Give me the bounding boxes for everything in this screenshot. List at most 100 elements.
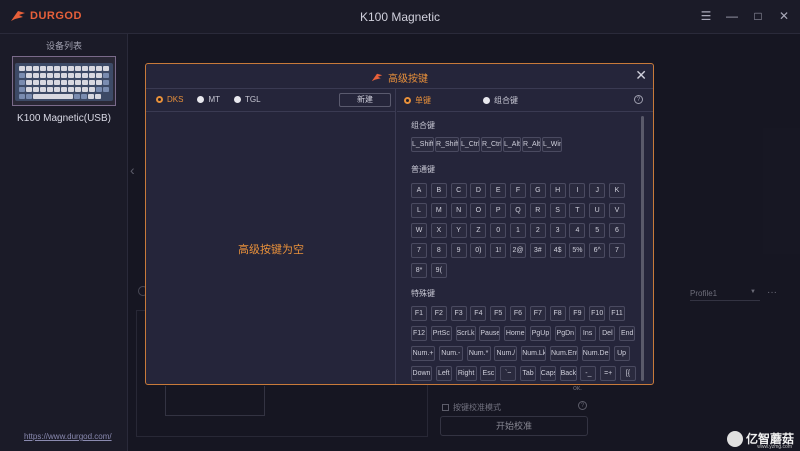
minimize-icon[interactable]: — bbox=[726, 9, 738, 23]
key-button[interactable]: =+ bbox=[600, 366, 617, 381]
key-button[interactable]: F11 bbox=[609, 306, 625, 321]
key-button[interactable]: 2@ bbox=[510, 243, 526, 258]
key-button[interactable]: Z bbox=[470, 223, 487, 238]
key-button[interactable]: F9 bbox=[569, 306, 586, 321]
key-button[interactable]: 6^ bbox=[589, 243, 606, 258]
key-button[interactable]: N bbox=[450, 203, 467, 218]
key-button[interactable]: E bbox=[490, 183, 507, 198]
key-button[interactable]: Tab bbox=[520, 366, 536, 381]
key-button[interactable]: R_Shift bbox=[435, 137, 459, 152]
key-button[interactable]: F6 bbox=[510, 306, 526, 321]
menu-icon[interactable]: ☰ bbox=[700, 9, 712, 23]
key-button[interactable]: Q bbox=[510, 203, 526, 218]
key-button[interactable]: 7 bbox=[609, 243, 625, 258]
key-button[interactable]: Num./ bbox=[494, 346, 518, 361]
key-button[interactable]: Caps bbox=[539, 366, 556, 381]
key-picker-scrollbar[interactable] bbox=[641, 116, 644, 381]
key-button[interactable]: R_Ctrl bbox=[481, 137, 502, 152]
mode-radio-tgl[interactable]: TGL bbox=[234, 95, 261, 104]
mode-radio-mt[interactable]: MT bbox=[197, 95, 220, 104]
key-button[interactable]: Home bbox=[504, 326, 527, 341]
key-button[interactable]: 7 bbox=[411, 243, 427, 258]
key-button[interactable]: Y bbox=[450, 223, 467, 238]
key-button[interactable]: 6 bbox=[609, 223, 625, 238]
key-button[interactable]: Ins bbox=[579, 326, 596, 341]
key-button[interactable]: V bbox=[609, 203, 625, 218]
key-button[interactable]: B bbox=[430, 183, 447, 198]
key-button[interactable]: Left bbox=[435, 366, 452, 381]
key-button[interactable]: F4 bbox=[470, 306, 487, 321]
key-button[interactable]: M bbox=[430, 203, 447, 218]
key-button[interactable]: R_Alt bbox=[522, 137, 541, 152]
key-button[interactable]: P bbox=[490, 203, 507, 218]
key-button[interactable]: F7 bbox=[529, 306, 546, 321]
key-button[interactable]: J bbox=[589, 183, 606, 198]
key-button[interactable]: F3 bbox=[450, 306, 467, 321]
key-button[interactable]: Num.Del bbox=[581, 346, 610, 361]
key-button[interactable]: L_Win bbox=[542, 137, 562, 152]
key-button[interactable]: PrtSc bbox=[430, 326, 452, 341]
device-card[interactable] bbox=[12, 56, 116, 106]
key-button[interactable]: Num.+ bbox=[411, 346, 435, 361]
key-button[interactable]: PgDn bbox=[554, 326, 576, 341]
key-button[interactable]: 1 bbox=[510, 223, 526, 238]
key-button[interactable]: Up bbox=[613, 346, 630, 361]
key-button[interactable]: 4$ bbox=[549, 243, 566, 258]
key-button[interactable]: D bbox=[470, 183, 487, 198]
key-button[interactable]: Num.Ent bbox=[550, 346, 578, 361]
key-button[interactable]: F1 bbox=[411, 306, 427, 321]
key-button[interactable]: 5% bbox=[569, 243, 586, 258]
key-button[interactable]: 3 bbox=[549, 223, 566, 238]
key-button[interactable]: S bbox=[549, 203, 566, 218]
new-button[interactable]: 新建 bbox=[339, 93, 391, 107]
key-button[interactable]: L_Alt bbox=[503, 137, 521, 152]
key-button[interactable]: Pause bbox=[479, 326, 501, 341]
key-button[interactable]: 9 bbox=[450, 243, 467, 258]
key-button[interactable]: L_Shift bbox=[411, 137, 434, 152]
key-button[interactable]: 4 bbox=[569, 223, 586, 238]
key-button[interactable]: W bbox=[411, 223, 427, 238]
key-button[interactable]: F2 bbox=[430, 306, 447, 321]
key-button[interactable]: ScrLk bbox=[455, 326, 476, 341]
key-button[interactable]: 0) bbox=[470, 243, 487, 258]
key-button[interactable]: L_Ctrl bbox=[460, 137, 480, 152]
key-type-radio-single[interactable]: 单键 bbox=[404, 95, 431, 106]
key-button[interactable]: G bbox=[529, 183, 546, 198]
key-button[interactable]: I bbox=[569, 183, 586, 198]
key-button[interactable]: Right bbox=[455, 366, 477, 381]
key-button[interactable]: Num.* bbox=[466, 346, 491, 361]
close-window-icon[interactable]: ✕ bbox=[778, 9, 790, 23]
key-type-radio-combo[interactable]: 组合键 bbox=[483, 95, 518, 106]
key-button[interactable]: -_ bbox=[580, 366, 597, 381]
key-button[interactable]: 2 bbox=[529, 223, 546, 238]
key-button[interactable]: H bbox=[549, 183, 566, 198]
key-button[interactable]: 9( bbox=[430, 263, 447, 278]
key-button[interactable]: F12 bbox=[411, 326, 427, 341]
key-button[interactable]: Num.- bbox=[438, 346, 463, 361]
maximize-icon[interactable]: □ bbox=[752, 9, 764, 23]
key-button[interactable]: Back bbox=[559, 366, 577, 381]
key-button[interactable]: `~ bbox=[500, 366, 517, 381]
key-button[interactable]: Esc bbox=[480, 366, 497, 381]
key-button[interactable]: F bbox=[510, 183, 526, 198]
key-button[interactable]: U bbox=[589, 203, 606, 218]
key-button[interactable]: PgUp bbox=[530, 326, 551, 341]
key-button[interactable]: 8* bbox=[411, 263, 427, 278]
key-button[interactable]: 8 bbox=[430, 243, 447, 258]
key-button[interactable]: 1! bbox=[490, 243, 507, 258]
key-button[interactable]: 3# bbox=[529, 243, 546, 258]
key-button[interactable]: F5 bbox=[490, 306, 507, 321]
key-button[interactable]: F8 bbox=[549, 306, 566, 321]
key-button[interactable]: Num.Lk bbox=[521, 346, 547, 361]
close-icon[interactable]: ✕ bbox=[635, 67, 647, 84]
key-button[interactable]: O bbox=[470, 203, 487, 218]
key-button[interactable]: 0 bbox=[490, 223, 507, 238]
key-button[interactable]: T bbox=[569, 203, 586, 218]
key-button[interactable]: L bbox=[411, 203, 427, 218]
key-button[interactable]: K bbox=[609, 183, 625, 198]
key-button[interactable]: End bbox=[619, 326, 636, 341]
key-button[interactable]: Down bbox=[411, 366, 432, 381]
key-button[interactable]: C bbox=[450, 183, 467, 198]
key-button[interactable]: R bbox=[529, 203, 546, 218]
help-icon[interactable]: ? bbox=[634, 95, 643, 104]
